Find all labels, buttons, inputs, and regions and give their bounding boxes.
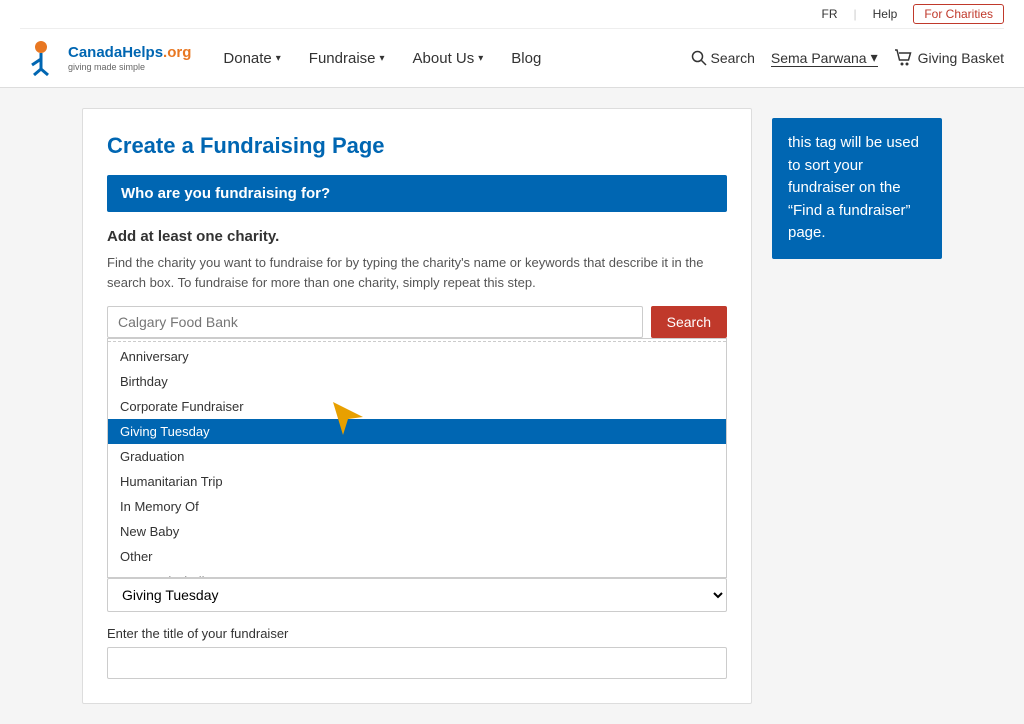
for-charities-button[interactable]: For Charities: [913, 4, 1004, 24]
divider: |: [854, 7, 857, 21]
tooltip-box: this tag will be used to sort your fundr…: [772, 118, 942, 259]
bottom-section: Enter the title of your fundraiser: [107, 626, 727, 679]
page-title: Create a Fundraising Page: [107, 133, 727, 159]
category-select[interactable]: --------- Anniversary Birthday Corporate…: [107, 578, 727, 612]
list-item[interactable]: Personal Challenge: [108, 569, 726, 578]
list-item[interactable]: Other: [108, 544, 726, 569]
user-menu[interactable]: Sema Parwana ▾: [771, 49, 878, 67]
dropdown-container: Anniversary Birthday Corporate Fundraise…: [107, 338, 727, 612]
section-header: Who are you fundraising for?: [107, 175, 727, 212]
nav-about-us[interactable]: About Us ▾: [401, 42, 496, 75]
cart-label: Giving Basket: [918, 50, 1004, 66]
tooltip-text: this tag will be used to sort your fundr…: [788, 134, 919, 241]
search-icon: [691, 50, 707, 66]
chevron-down-icon: ▾: [871, 49, 878, 66]
search-label: Search: [711, 50, 755, 66]
list-item-giving-tuesday[interactable]: Giving Tuesday: [108, 419, 726, 444]
user-name: Sema Parwana: [771, 50, 867, 66]
list-item[interactable]: Humanitarian Trip: [108, 469, 726, 494]
header-top-bar: FR | Help For Charities: [20, 0, 1004, 29]
logo-helps: Helps: [122, 44, 163, 61]
category-select-row: --------- Anniversary Birthday Corporate…: [107, 578, 727, 612]
logo-org: .org: [163, 44, 191, 61]
instructions: Find the charity you want to fundraise f…: [107, 253, 727, 292]
nav-donate[interactable]: Donate ▾: [211, 42, 292, 75]
logo-icon: [20, 37, 62, 79]
search-row: Search: [107, 306, 727, 338]
list-item[interactable]: Graduation: [108, 444, 726, 469]
cart-icon: [894, 48, 914, 68]
title-field-label: Enter the title of your fundraiser: [107, 626, 727, 641]
fr-link[interactable]: FR: [822, 7, 838, 21]
list-item[interactable]: In Memory Of: [108, 494, 726, 519]
header: FR | Help For Charities CanadaHelps.org …: [0, 0, 1024, 88]
main-content: Create a Fundraising Page Who are you fu…: [62, 108, 962, 704]
search-area[interactable]: Search: [691, 50, 755, 66]
dropdown-list[interactable]: Anniversary Birthday Corporate Fundraise…: [107, 338, 727, 578]
logo-text: CanadaHelps.org giving made simple: [68, 44, 191, 73]
nav-fundraise[interactable]: Fundraise ▾: [297, 42, 397, 75]
chevron-down-icon: ▾: [478, 53, 483, 64]
content-area: Create a Fundraising Page Who are you fu…: [82, 108, 752, 704]
logo-canada: Canada: [68, 44, 122, 61]
nav-blog[interactable]: Blog: [499, 42, 553, 75]
logo[interactable]: CanadaHelps.org giving made simple: [20, 37, 191, 79]
header-main: CanadaHelps.org giving made simple Donat…: [20, 29, 1004, 87]
main-nav: Donate ▾ Fundraise ▾ About Us ▾ Blog: [211, 42, 670, 75]
help-link[interactable]: Help: [873, 7, 898, 21]
giving-basket[interactable]: Giving Basket: [894, 48, 1004, 68]
list-item[interactable]: Corporate Fundraiser: [108, 394, 726, 419]
separator-top: [108, 341, 726, 342]
chevron-down-icon: ▾: [380, 53, 385, 64]
chevron-down-icon: ▾: [276, 53, 281, 64]
list-item[interactable]: Birthday: [108, 369, 726, 394]
fundraiser-title-input[interactable]: [107, 647, 727, 679]
logo-tagline: giving made simple: [68, 62, 191, 73]
list-item[interactable]: New Baby: [108, 519, 726, 544]
search-button[interactable]: Search: [651, 306, 727, 338]
header-right: Search Sema Parwana ▾ Giving Basket: [691, 48, 1004, 68]
add-charity-label: Add at least one charity.: [107, 228, 727, 245]
charity-search-input[interactable]: [107, 306, 643, 338]
list-item[interactable]: Anniversary: [108, 344, 726, 369]
